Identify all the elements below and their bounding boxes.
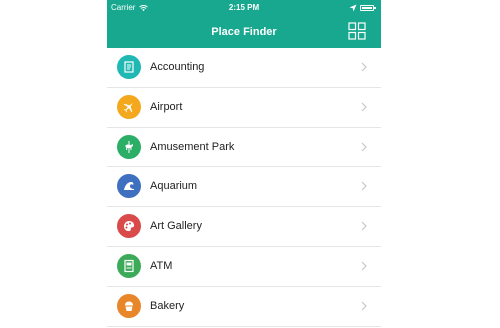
grid-view-button[interactable]	[348, 22, 366, 40]
list-item-atm[interactable]: ATM	[107, 247, 381, 287]
location-arrow-icon	[349, 4, 357, 12]
atm-machine-icon	[117, 253, 141, 278]
list-item-label: Airport	[150, 100, 183, 113]
places-list: Accounting Airport Amusement Park Aquari…	[107, 48, 381, 327]
app-header: Carrier 2:15 PM Place Finder	[107, 0, 381, 48]
list-item-label: Aquarium	[150, 180, 198, 193]
status-time: 2:15 PM	[228, 3, 260, 12]
chevron-right-icon	[361, 221, 367, 231]
palette-icon	[117, 214, 141, 239]
list-item-label: ATM	[150, 259, 173, 272]
ledger-icon	[117, 55, 141, 79]
chevron-right-icon	[361, 261, 367, 271]
list-item-label: Art Gallery	[150, 220, 202, 233]
list-item-label: Amusement Park	[150, 140, 235, 153]
carousel-horse-icon	[117, 134, 141, 159]
list-item-airport[interactable]: Airport	[107, 88, 381, 128]
list-item-aquarium[interactable]: Aquarium	[107, 167, 381, 208]
cupcake-icon	[117, 293, 141, 318]
list-item-accounting[interactable]: Accounting	[107, 48, 381, 88]
list-item-label: Accounting	[150, 61, 205, 73]
page-title: Place Finder	[211, 26, 277, 38]
airplane-icon	[117, 94, 141, 119]
list-item-amusement-park[interactable]: Amusement Park	[107, 128, 381, 168]
chevron-right-icon	[361, 181, 367, 191]
battery-icon	[360, 5, 376, 11]
chevron-right-icon	[361, 301, 367, 311]
chevron-right-icon	[361, 62, 367, 72]
wave-icon	[117, 174, 141, 199]
list-item-bakery[interactable]: Bakery	[107, 287, 381, 327]
chevron-right-icon	[361, 102, 367, 112]
list-item-art-gallery[interactable]: Art Gallery	[107, 207, 381, 247]
chevron-right-icon	[361, 142, 367, 152]
status-bar: Carrier 2:15 PM	[107, 0, 381, 16]
list-item-label: Bakery	[150, 299, 185, 312]
phone-screen: Carrier 2:15 PM Place Finder Accounting …	[107, 0, 381, 328]
